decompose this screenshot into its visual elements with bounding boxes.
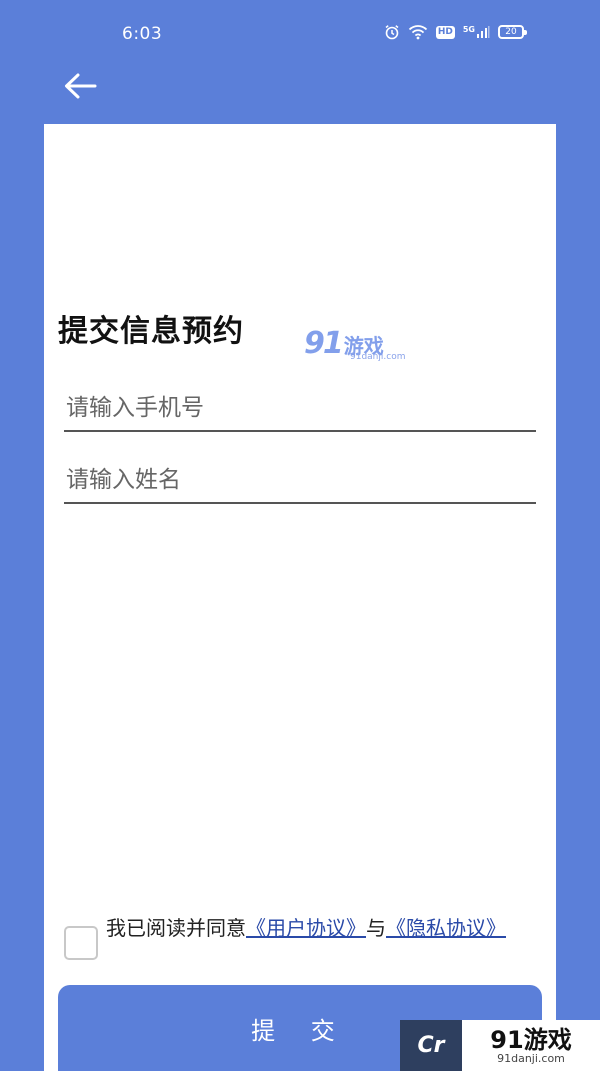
alarm-icon (384, 24, 400, 40)
back-button[interactable] (60, 70, 100, 106)
watermark-logo-bottom: Cr 91游戏 91danji.com (400, 1020, 600, 1071)
battery-level: 20 (505, 27, 517, 37)
agreement-row: 我已阅读并同意《用户协议》与《隐私协议》 (64, 914, 524, 960)
page-title: 提交信息预约 (58, 314, 244, 349)
agreement-prefix: 我已阅读并同意 (106, 916, 246, 940)
watermark-logo-number: 91 (304, 326, 344, 361)
agreement-connector: 与 (366, 916, 386, 940)
status-bar: 6:03 HD 5G 20 (0, 0, 600, 66)
watermark-corner-mark: Cr (400, 1020, 462, 1071)
name-field (64, 458, 536, 504)
watermark-91-title: 91游戏 (490, 1027, 571, 1053)
hd-icon: HD (435, 25, 455, 39)
signal-5g-icon: 5G (463, 25, 490, 39)
phone-input[interactable] (64, 386, 536, 430)
agreement-text: 我已阅读并同意《用户协议》与《隐私协议》 (106, 914, 516, 942)
form-card: 提交信息预约 我已阅读并同意《用户协议》与《隐私协议》 提 交 (44, 124, 556, 1071)
network-label: 5G (462, 25, 475, 34)
status-time: 6:03 (122, 24, 163, 44)
wifi-icon (408, 24, 428, 40)
watermark-91-number: 91 (490, 1025, 524, 1054)
watermark-91-domain: 91danji.com (497, 1051, 565, 1065)
phone-field (64, 386, 536, 432)
watermark-91-name: 游戏 (523, 1025, 572, 1054)
status-icons: HD 5G 20 (384, 24, 527, 40)
watermark-domain-top: 91danji.com (350, 352, 406, 362)
privacy-agreement-link[interactable]: 《隐私协议》 (386, 916, 506, 940)
watermark-91-block: 91游戏 91danji.com (462, 1020, 600, 1071)
arrow-left-icon (63, 72, 97, 104)
agreement-checkbox[interactable] (64, 926, 98, 960)
name-input[interactable] (64, 458, 536, 502)
battery-icon: 20 (498, 25, 527, 39)
user-agreement-link[interactable]: 《用户协议》 (246, 916, 366, 940)
